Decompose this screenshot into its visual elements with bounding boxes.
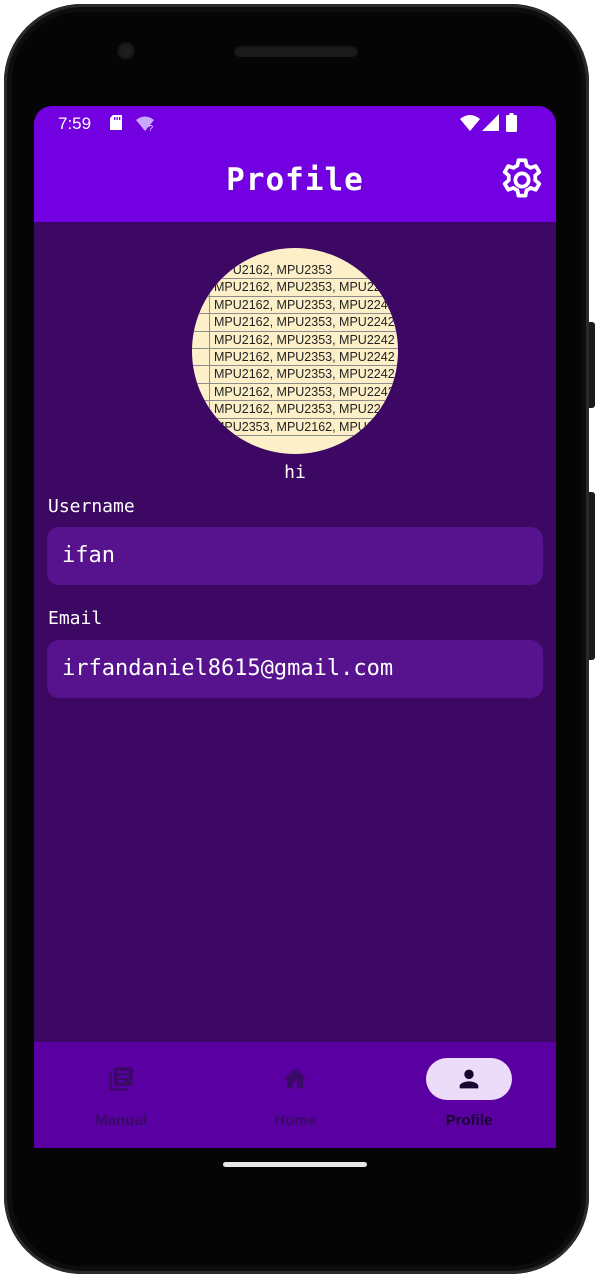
avatar-row: MPU2353, MPU2162, MPU2242 (192, 419, 398, 436)
email-label: Email (48, 608, 103, 629)
battery-icon (506, 113, 517, 132)
power-button (589, 322, 595, 408)
nav-item-manual[interactable]: Manual (34, 1042, 208, 1148)
volume-button (589, 492, 595, 660)
avatar-row: MPU2162, MPU2353, MPU2242 (192, 366, 398, 384)
app-bar: 7:59 ? Profile (34, 106, 556, 222)
display-name: hi (284, 462, 306, 483)
avatar-row: MPU2162, MPU2353, MPU2242 (192, 314, 398, 332)
nav-label-profile: Profile (445, 1112, 493, 1129)
wifi-icon (460, 115, 480, 131)
wifi-unknown-icon: ? (136, 116, 154, 132)
avatar-row: MPU2162, MPU2353, MPU2242 (192, 297, 398, 315)
library-books-icon (109, 1067, 133, 1091)
avatar-row: MPU2162, MPU2353, MPU2242 (192, 332, 398, 349)
nav-item-profile[interactable]: Profile (382, 1042, 556, 1148)
username-field[interactable]: ifan (47, 527, 543, 585)
home-icon (283, 1068, 307, 1089)
avatar-row: MPU2162, MPU2353, MPU2242 (192, 349, 398, 367)
front-camera (117, 42, 135, 60)
avatar-table: MPU2162, MPU2353 MPU2162, MPU2353, MPU22… (192, 262, 398, 436)
avatar-row: MPU2162, MPU2353 (192, 262, 398, 280)
app-screen: 7:59 ? Profile MPU2162, MPU2353 MPU2162,… (34, 106, 556, 1148)
nav-label-manual: Manual (95, 1112, 147, 1129)
svg-text:?: ? (149, 124, 154, 132)
sd-card-icon (110, 115, 122, 130)
signal-icon (482, 114, 499, 131)
home-indicator[interactable] (223, 1162, 367, 1167)
status-time: 7:59 (58, 114, 92, 133)
avatar-row: MPU2162, MPU2353, MPU2242 (192, 401, 398, 419)
settings-gear-icon[interactable] (497, 155, 547, 205)
nav-item-home[interactable]: Home (208, 1042, 382, 1148)
avatar-row: MPU2162, MPU2353, MPU2242 (192, 384, 398, 402)
profile-avatar[interactable]: MPU2162, MPU2353 MPU2162, MPU2353, MPU22… (192, 248, 398, 454)
avatar-row: MPU2162, MPU2353, MPU2242 (192, 279, 398, 297)
nav-label-home: Home (274, 1112, 316, 1129)
email-field[interactable]: irfandaniel8615@gmail.com (47, 640, 543, 698)
username-label: Username (48, 496, 135, 517)
earpiece-speaker (234, 45, 358, 57)
bottom-navigation: Manual Home Profile (34, 1042, 556, 1148)
person-icon (459, 1069, 479, 1089)
page-title: Profile (226, 162, 364, 198)
status-bar: 7:59 ? (34, 106, 556, 142)
